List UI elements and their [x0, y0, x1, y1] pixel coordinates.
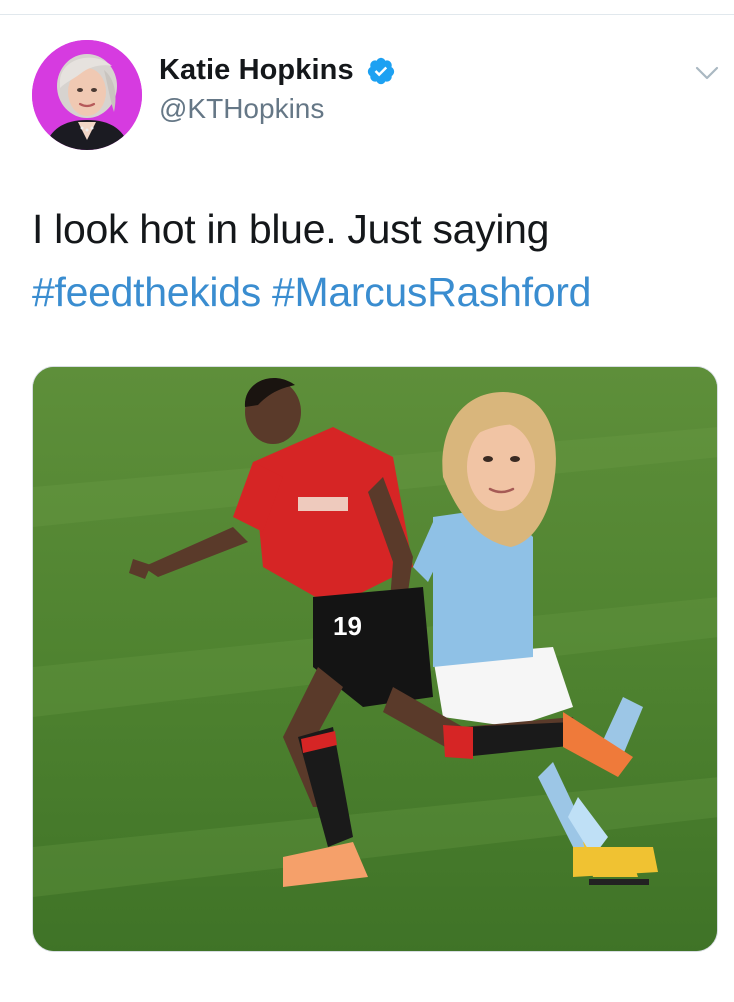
display-name[interactable]: Katie Hopkins [159, 54, 354, 87]
tweet-photo[interactable]: 19 [32, 366, 718, 952]
top-divider [0, 14, 734, 15]
hashtag-link[interactable]: #MarcusRashford [272, 269, 591, 315]
tweet-text: I look hot in blue. Just saying #feedthe… [32, 198, 712, 324]
kit-number: 19 [333, 611, 362, 641]
chevron-down-icon[interactable] [692, 58, 722, 88]
author-block: Katie Hopkins @KTHopkins [159, 54, 396, 125]
verified-badge-icon [367, 57, 395, 84]
tweet-body: I look hot in blue. Just saying [32, 206, 550, 252]
football-photo: 19 [33, 367, 717, 951]
avatar[interactable] [32, 40, 142, 150]
author-handle[interactable]: @KTHopkins [159, 93, 396, 125]
hashtag-link[interactable]: #feedthekids [32, 269, 261, 315]
tweet-header: Katie Hopkins @KTHopkins [32, 40, 722, 150]
hashtag-line: #feedthekids #MarcusRashford [32, 261, 712, 324]
